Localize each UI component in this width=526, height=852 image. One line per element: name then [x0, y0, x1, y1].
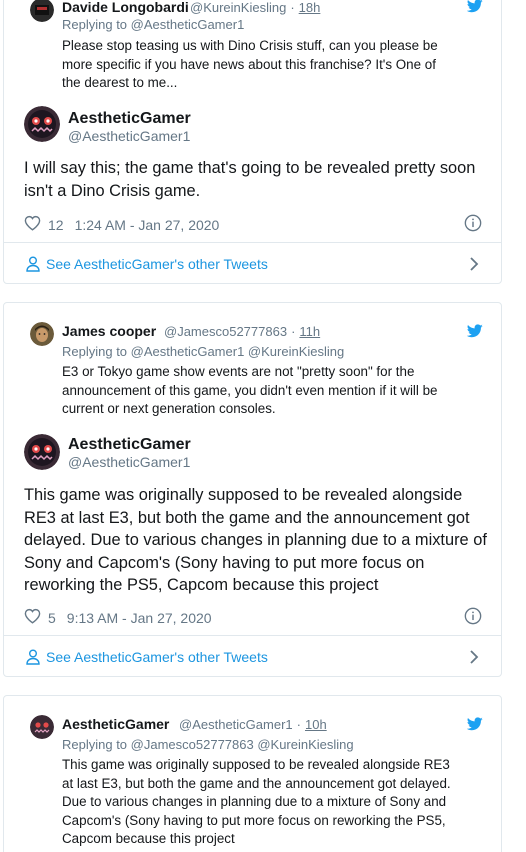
chevron-right-icon: [470, 257, 479, 271]
text-line: This game was originally supposed to be …: [24, 486, 463, 504]
text-line: Capcom's (Sony having to put more focus …: [62, 812, 446, 828]
quoted-user-avatar: [30, 0, 54, 22]
text-line: delayed. Due to various changes in plann…: [24, 531, 487, 550]
separator-dot: ·: [290, 0, 295, 15]
text-line: at last E3, but both the game and the an…: [62, 775, 451, 791]
text-line: This game was originally supposed to be …: [62, 757, 450, 772]
text-line: Sony and Capcom's (Sony having to put mo…: [24, 553, 425, 572]
quoted-tweet-text: E3 or Tokyo game show events are not "pr…: [62, 363, 482, 419]
info-icon[interactable]: [464, 607, 482, 630]
quoted-tweet-time[interactable]: 10h: [305, 717, 327, 732]
quoted-tweet-time[interactable]: 11h: [299, 324, 320, 339]
replying-to: Replying to @Jamesco52777863 @KureinKies…: [62, 737, 354, 752]
quoted-tweet-text: Please stop teasing us with Dino Crisis …: [62, 37, 482, 93]
avatar[interactable]: [24, 106, 60, 147]
text-line: RE3 at last E3, but both the game and th…: [24, 508, 470, 527]
text-line: more specific if you have news about thi…: [62, 56, 436, 72]
replying-to: Replying to @AestheticGamer1 @KureinKies…: [62, 344, 344, 359]
author-handle[interactable]: @AestheticGamer1: [68, 454, 190, 470]
avatar[interactable]: [30, 0, 54, 27]
quoted-user-handle[interactable]: @KureinKiesling: [190, 0, 286, 15]
replying-to-link[interactable]: @Jamesco52777863 @KureinKiesling: [131, 737, 354, 752]
text-line: current or next generation consoles.: [62, 401, 276, 416]
person-icon: [26, 256, 40, 272]
quoted-tweet-time[interactable]: 18h: [299, 0, 321, 15]
tweet-meta: 5 9:13 AM - Jan 27, 2020: [24, 608, 212, 627]
info-icon[interactable]: [464, 214, 482, 237]
author-avatar: [24, 434, 60, 470]
quoted-user-name[interactable]: James cooper: [62, 323, 156, 339]
heart-icon[interactable]: [24, 215, 41, 234]
replying-prefix: Replying to: [62, 344, 128, 359]
like-count[interactable]: 5: [48, 610, 56, 626]
embedded-tweet-card: AestheticGamer @AestheticGamer1 · 10h Re…: [3, 695, 502, 852]
embedded-tweet-card: Davide Longobardi @KureinKiesling · 18h …: [3, 0, 502, 284]
twitter-bird-icon[interactable]: [466, 717, 483, 736]
quoted-user-meta: @AestheticGamer1 · 10h: [179, 717, 327, 732]
text-line: Please stop teasing us with Dino Crisis …: [62, 38, 438, 53]
tweet-meta: 12 1:24 AM - Jan 27, 2020: [24, 215, 219, 234]
chevron-right-icon: [470, 650, 479, 664]
tweet-text: This game was originally supposed to be …: [24, 484, 494, 597]
replying-prefix: Replying to: [62, 737, 128, 752]
avatar[interactable]: [30, 322, 54, 351]
quoted-user-handle[interactable]: @AestheticGamer1: [179, 717, 293, 732]
twitter-bird-icon[interactable]: [466, 324, 483, 343]
quoted-user-avatar: [30, 322, 54, 346]
text-line: Capcom because this project: [62, 831, 235, 846]
author-name[interactable]: AestheticGamer: [68, 436, 191, 454]
separator-dot: ·: [291, 324, 296, 339]
replying-to-link[interactable]: @AestheticGamer1: [131, 17, 245, 32]
quoted-tweet-text: This game was originally supposed to be …: [62, 756, 492, 849]
twitter-bird-icon[interactable]: [466, 0, 483, 18]
quoted-user-name[interactable]: AestheticGamer: [62, 716, 169, 732]
replying-prefix: Replying to: [62, 17, 128, 32]
person-icon: [26, 649, 40, 665]
quoted-user-meta: @KureinKiesling · 18h: [190, 0, 320, 15]
text-line: announcement of this game, you didn't ev…: [62, 382, 438, 398]
text-line: isn't a Dino Crisis game.: [24, 181, 201, 200]
see-other-tweets-link[interactable]: See AestheticGamer's other Tweets: [4, 242, 501, 283]
author-name[interactable]: AestheticGamer: [68, 110, 191, 128]
replying-to: Replying to @AestheticGamer1: [62, 17, 244, 32]
author-handle[interactable]: @AestheticGamer1: [68, 128, 190, 144]
heart-icon[interactable]: [24, 608, 41, 627]
like-count[interactable]: 12: [48, 217, 64, 233]
avatar[interactable]: [24, 434, 60, 475]
quoted-user-avatar: [30, 715, 54, 739]
see-other-tweets-label[interactable]: See AestheticGamer's other Tweets: [46, 256, 268, 272]
text-line: I will say this; the game that's going t…: [24, 159, 476, 177]
tweet-timestamp[interactable]: 1:24 AM - Jan 27, 2020: [75, 217, 220, 233]
embedded-tweet-card: James cooper @Jamesco52777863 · 11h Repl…: [3, 302, 502, 677]
quoted-user-handle[interactable]: @Jamesco52777863: [164, 324, 287, 339]
text-line: reworking the PS5, Capcom because this p…: [24, 576, 379, 595]
text-line: the dearest to me...: [62, 75, 178, 90]
replying-to-link[interactable]: @AestheticGamer1 @KureinKiesling: [131, 344, 345, 359]
separator-dot: ·: [296, 717, 301, 732]
tweet-timestamp[interactable]: 9:13 AM - Jan 27, 2020: [67, 610, 212, 626]
avatar[interactable]: [30, 715, 54, 744]
text-line: E3 or Tokyo game show events are not "pr…: [62, 364, 415, 379]
quoted-user-meta: @Jamesco52777863 · 11h: [164, 324, 320, 339]
quoted-user-name[interactable]: Davide Longobardi: [62, 0, 189, 15]
see-other-tweets-label[interactable]: See AestheticGamer's other Tweets: [46, 649, 268, 665]
tweet-text: I will say this; the game that's going t…: [24, 157, 494, 202]
see-other-tweets-link[interactable]: See AestheticGamer's other Tweets: [4, 635, 501, 676]
text-line: Due to various changes in planning due t…: [62, 794, 447, 809]
author-avatar: [24, 106, 60, 142]
